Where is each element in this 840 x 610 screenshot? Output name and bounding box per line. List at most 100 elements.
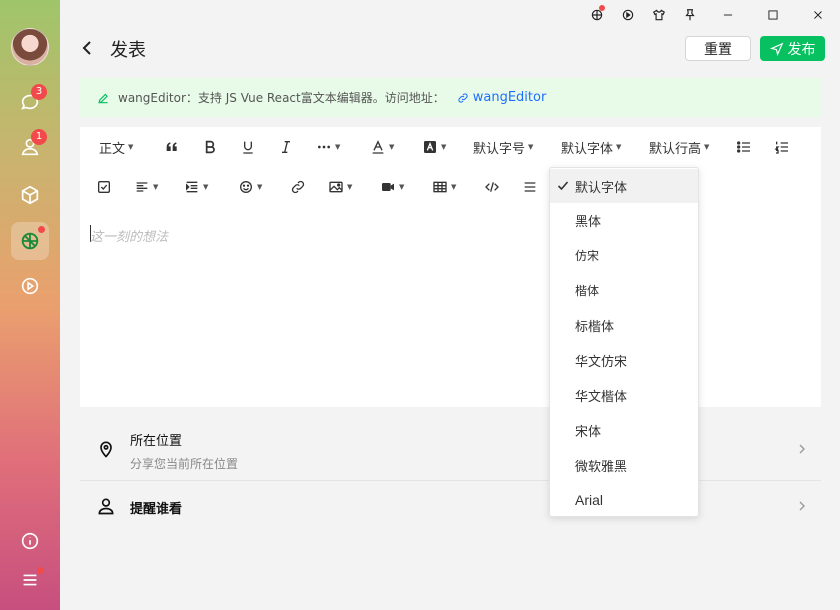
font-option-label: 华文楷体 (575, 389, 628, 405)
font-option-label: 黑体 (575, 214, 602, 230)
divider-button[interactable] (522, 167, 538, 207)
link-icon (291, 180, 305, 194)
indent-button[interactable]: ▼ (184, 167, 208, 207)
send-icon (769, 42, 783, 56)
caret-down-icon: ▼ (128, 143, 134, 151)
font-family-select[interactable]: 默认字体 ▼ (561, 127, 621, 167)
underline-icon (243, 141, 253, 154)
caret-down-icon: ▼ (257, 183, 263, 191)
image-icon (329, 181, 343, 193)
line-height-select[interactable]: 默认行高 ▼ (649, 127, 709, 167)
remind-row[interactable]: 提醒谁看 (80, 481, 821, 531)
close-button[interactable] (795, 0, 840, 30)
insert-table-button[interactable]: ▼ (432, 167, 456, 207)
emoji-button[interactable]: ▼ (238, 167, 262, 207)
caret-down-icon: ▼ (389, 143, 395, 151)
code-icon (485, 182, 499, 192)
avatar[interactable] (11, 28, 49, 66)
page-title: 发表 (110, 40, 146, 61)
font-option-heiti[interactable]: 黑体 (550, 203, 698, 237)
font-option-biaokaiti[interactable]: 标楷体 (550, 308, 698, 342)
video-button[interactable] (11, 267, 49, 305)
blockquote-button[interactable] (164, 127, 180, 167)
font-option-label: 华文仿宋 (575, 354, 628, 370)
menu-button[interactable] (11, 561, 49, 599)
bulleted-list-button[interactable] (736, 127, 752, 167)
font-option-huawen-kaiti[interactable]: 华文楷体 (550, 378, 698, 412)
caret-down-icon: ▼ (704, 143, 710, 151)
ellipsis-icon (318, 145, 330, 149)
pin-button[interactable] (674, 0, 705, 30)
moments-button[interactable] (11, 222, 49, 260)
reset-button[interactable]: 重置 (685, 36, 751, 61)
font-color-button[interactable]: ▼ (370, 127, 394, 167)
font-family-label: 默认字体 (561, 141, 614, 157)
caret-down-icon: ▼ (528, 143, 534, 151)
skin-button[interactable] (643, 0, 674, 30)
font-option-arial[interactable]: Arial (550, 483, 698, 517)
info-button[interactable] (11, 522, 49, 560)
background-color-icon (424, 141, 436, 153)
maximize-icon (767, 10, 778, 20)
moments-shortcut-button[interactable] (581, 0, 612, 30)
font-option-label: 默认字体 (575, 180, 628, 196)
rich-text-editor: 正文 ▼ ▼ ▼ ▼ 默认字号 ▼ 默认字体 ▼ 默认行高 ▼ ▼ ▼ ▼ ▼ … (80, 127, 821, 407)
insert-video-button[interactable]: ▼ (380, 167, 404, 207)
font-option-fangsong[interactable]: 仿宋 (550, 238, 698, 272)
line-height-label: 默认行高 (649, 141, 702, 157)
insert-image-button[interactable]: ▼ (328, 167, 352, 207)
italic-icon (282, 141, 290, 153)
numbered-list-icon (774, 141, 788, 154)
bulleted-list-icon (737, 141, 750, 153)
font-option-default[interactable]: 默认字体 (550, 169, 698, 203)
background-color-button[interactable]: ▼ (422, 127, 446, 167)
maximize-button[interactable] (750, 0, 795, 30)
caret-down-icon: ▼ (153, 183, 159, 191)
italic-button[interactable] (278, 127, 294, 167)
location-title: 所在位置 (130, 434, 183, 449)
bold-icon (205, 140, 215, 154)
font-option-songti[interactable]: 宋体 (550, 413, 698, 447)
location-row[interactable]: 所在位置 分享您当前所在位置 (80, 417, 821, 480)
chevron-left-icon (82, 41, 91, 55)
font-option-label: 标楷体 (575, 319, 615, 335)
todo-button[interactable] (96, 167, 112, 207)
bold-button[interactable] (202, 127, 218, 167)
numbered-list-button[interactable] (774, 127, 790, 167)
close-icon (813, 11, 822, 19)
pin-icon (684, 9, 695, 21)
moments-icon (21, 232, 39, 250)
back-button[interactable] (80, 38, 98, 58)
underline-button[interactable] (240, 127, 256, 167)
chat-button[interactable]: 3 (11, 83, 49, 121)
menu-dot (37, 567, 44, 574)
notice-link-label: wangEditor (472, 90, 547, 105)
code-block-button[interactable] (484, 167, 500, 207)
font-option-kaiti[interactable]: 楷体 (550, 273, 698, 307)
publish-button[interactable]: 发布 (760, 36, 825, 61)
link-icon (458, 92, 468, 103)
minimize-button[interactable] (705, 0, 750, 30)
more-button[interactable]: ▼ (316, 127, 340, 167)
publish-label: 发布 (787, 41, 816, 58)
caret-down-icon: ▼ (441, 143, 447, 151)
cube-button[interactable] (11, 176, 49, 214)
font-color-icon (372, 140, 384, 154)
paragraph-select[interactable]: 正文 ▼ (99, 127, 133, 167)
insert-link-button[interactable] (290, 167, 306, 207)
font-size-label: 默认字号 (473, 141, 526, 157)
info-icon (21, 532, 39, 550)
font-option-label: 微软雅黑 (575, 459, 628, 475)
align-button[interactable]: ▼ (134, 167, 158, 207)
font-option-yahei[interactable]: 微软雅黑 (550, 448, 698, 482)
editor-placeholder[interactable]: 这一刻的想法 (90, 226, 168, 245)
chat-badge: 3 (31, 84, 47, 100)
font-option-huawen-fangsong[interactable]: 华文仿宋 (550, 343, 698, 377)
notice-link[interactable]: wangEditor (457, 90, 547, 105)
font-size-select[interactable]: 默认字号 ▼ (473, 127, 533, 167)
emoji-icon (240, 181, 252, 193)
chevron-right-icon (799, 444, 805, 454)
contacts-button[interactable]: 1 (11, 128, 49, 166)
play-shortcut-button[interactable] (612, 0, 643, 30)
chevron-right-icon (799, 501, 805, 511)
